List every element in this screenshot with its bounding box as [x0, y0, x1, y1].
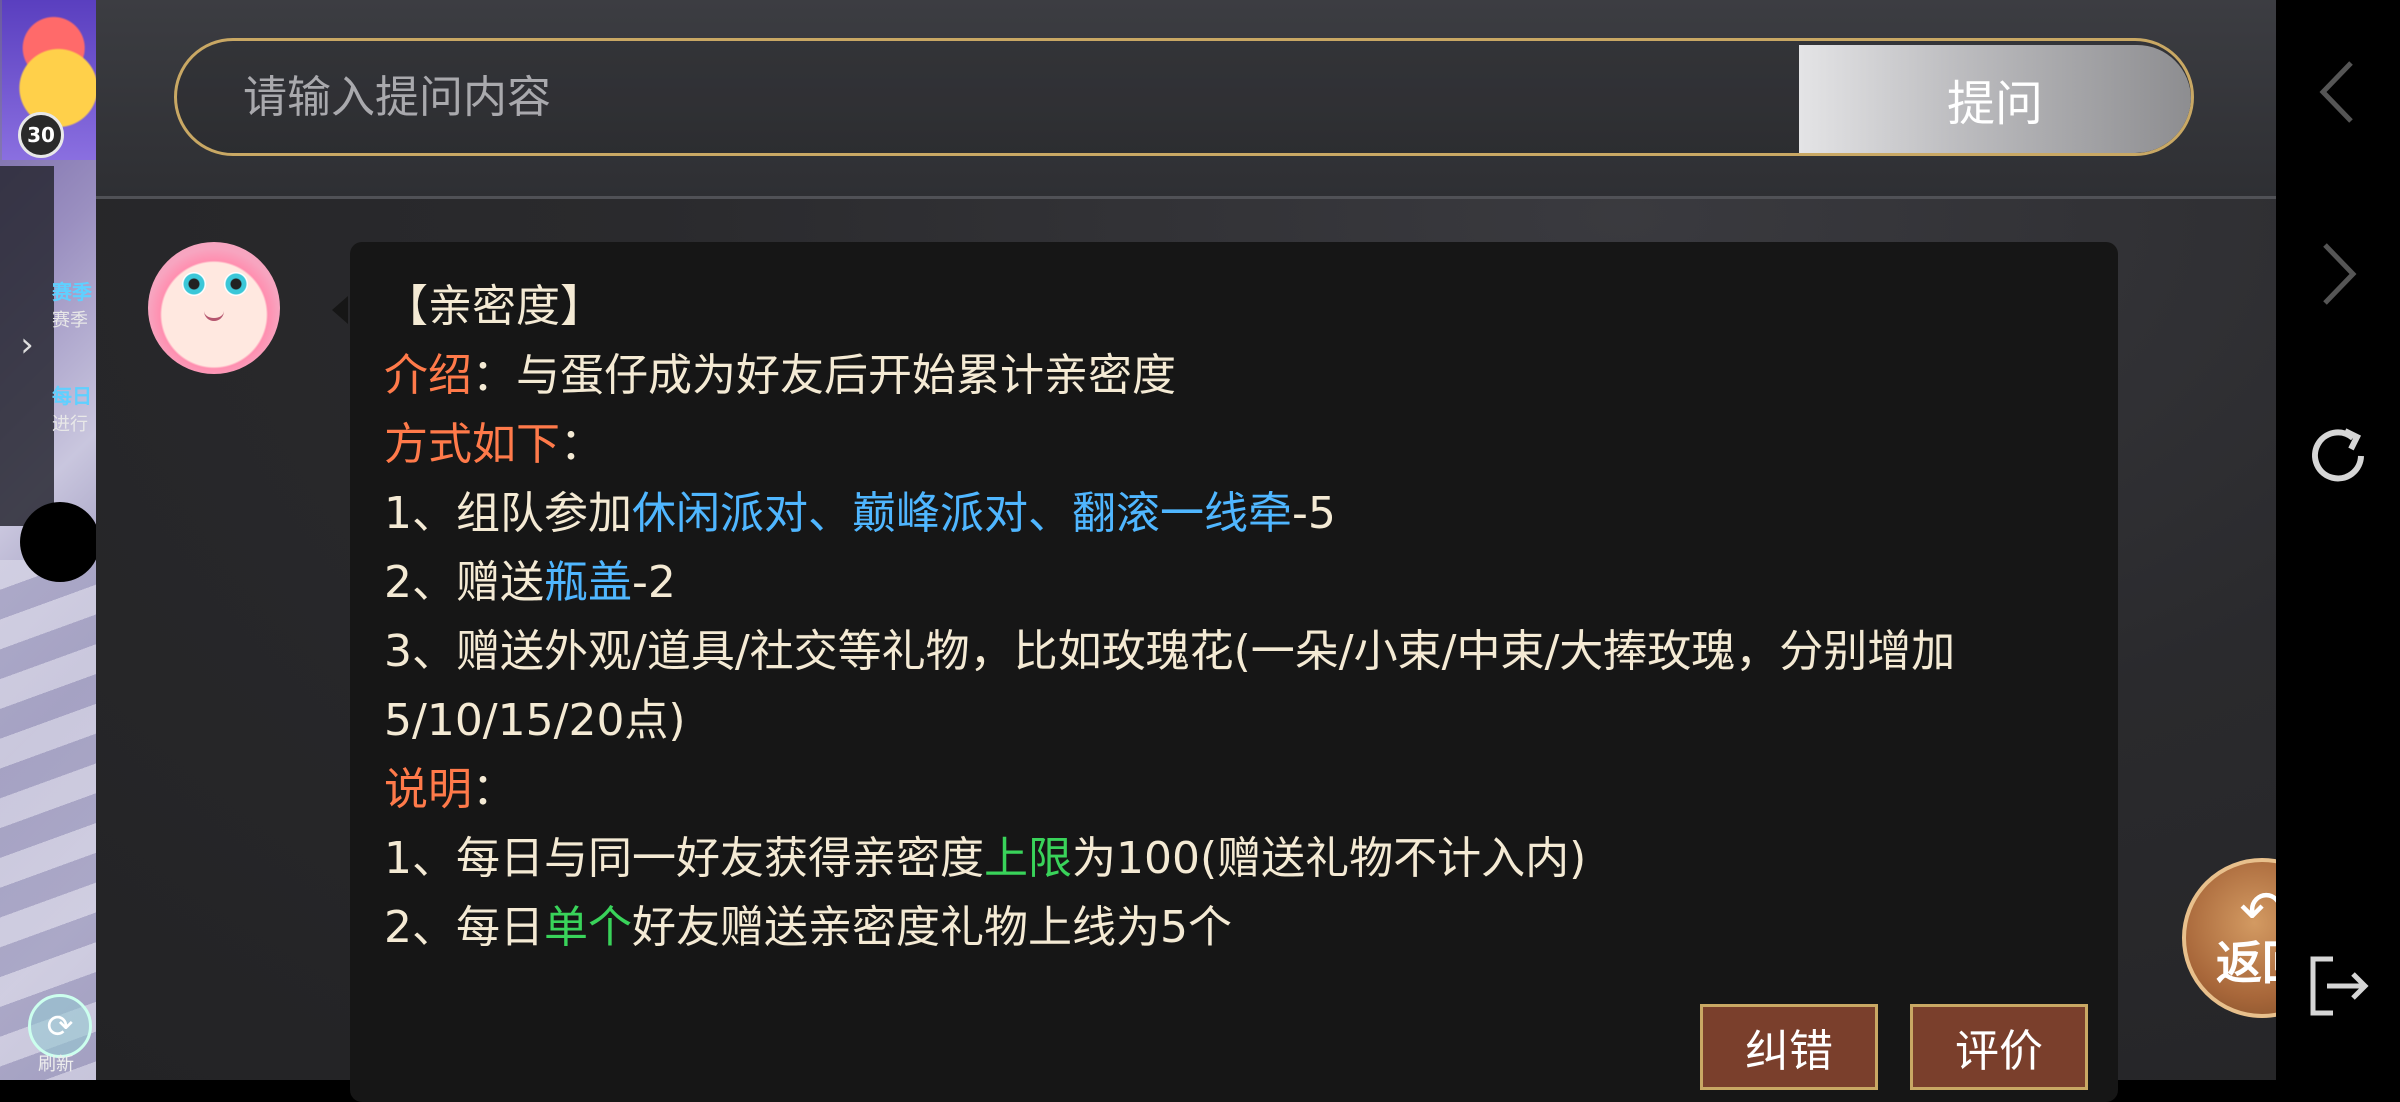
season-label: 赛季 [52, 280, 92, 304]
method-2-prefix: 2、赠送 [384, 557, 544, 608]
intro-line: 介绍：与蛋仔成为好友后开始累计亲密度 [384, 341, 2084, 410]
method-heading: 方式如下： [384, 410, 2084, 479]
assistant-avatar [148, 242, 280, 374]
search-bar-area: 提问 [96, 0, 2276, 199]
search-box: 提问 [174, 38, 2194, 156]
note-1-suffix: 为100(赠送礼物不计入内) [1072, 833, 1587, 884]
daily-sub-label: 进行 [52, 414, 88, 435]
refresh-icon [2312, 428, 2364, 482]
nav-back-button[interactable] [2298, 52, 2378, 132]
method-1-prefix: 1、组队参加 [384, 488, 632, 539]
note-1-prefix: 1、每日与同一好友获得亲密度 [384, 833, 984, 884]
answer-title: 【亲密度】 [384, 281, 604, 332]
note-heading: 说明： [384, 755, 2084, 824]
refresh-game-button[interactable]: ⟳ [28, 994, 92, 1058]
method-colon: ： [560, 419, 604, 470]
note-2-prefix: 2、每日 [384, 902, 544, 953]
avatar-mouth [204, 308, 224, 321]
nav-refresh-button[interactable] [2298, 416, 2378, 496]
note-colon: ： [472, 764, 516, 815]
daily-label: 每日 [52, 384, 92, 408]
method-item-1: 1、组队参加休闲派对、巅峰派对、翻滚一线牵-5 [384, 479, 2084, 548]
note-key: 说明 [384, 764, 472, 815]
nav-forward-button[interactable] [2298, 234, 2378, 314]
game-background-strip: 30 › 赛季 赛季 每日 进行 ⟳ 刷新 [0, 0, 96, 1080]
ask-button[interactable]: 提问 [1799, 45, 2191, 153]
note-item-2: 2、每日单个好友赠送亲密度礼物上线为5个 [384, 893, 2084, 962]
report-error-button[interactable]: 纠错 [1700, 1004, 1878, 1090]
avatar-eye-right [224, 272, 248, 296]
exit-icon [2310, 956, 2369, 1016]
nav-exit-button[interactable] [2298, 946, 2378, 1026]
chevron-left-icon [2319, 61, 2353, 123]
note-item-1: 1、每日与同一好友获得亲密度上限为100(赠送礼物不计入内) [384, 824, 2084, 893]
level-badge: 30 [18, 112, 64, 158]
qa-panel: 提问 【亲密度】 介绍：与蛋仔成为好友后开始累计亲密度 方式如下： 1、组队参加… [96, 0, 2342, 1102]
avatar-eye-left [182, 272, 206, 296]
method-2-highlight: 瓶盖 [544, 557, 632, 608]
note-2-suffix: 好友赠送亲密度礼物上线为5个 [632, 902, 1232, 953]
method-key: 方式如下 [384, 419, 560, 470]
method-item-2: 2、赠送瓶盖-2 [384, 548, 2084, 617]
rate-button[interactable]: 评价 [1910, 1004, 2088, 1090]
refresh-label: 刷新 [38, 1054, 74, 1075]
note-1-highlight: 上限 [984, 833, 1072, 884]
method-1-highlight: 休闲派对、巅峰派对、翻滚一线牵 [632, 488, 1292, 539]
refresh-icon: ⟳ [46, 1007, 74, 1045]
method-1-suffix: -5 [1292, 488, 1336, 539]
expand-panel-chevron-icon[interactable]: › [0, 290, 54, 400]
method-2-suffix: -2 [632, 557, 676, 608]
bubble-tail [332, 296, 348, 324]
answer-card: 【亲密度】 介绍：与蛋仔成为好友后开始累计亲密度 方式如下： 1、组队参加休闲派… [350, 242, 2118, 1102]
floating-dot[interactable] [20, 502, 96, 582]
chevron-right-icon [2323, 243, 2357, 305]
method-item-3: 3、赠送外观/道具/社交等礼物，比如玫瑰花(一朵/小束/中束/大捧玫瑰，分别增加… [384, 626, 1956, 746]
season-sub-label: 赛季 [52, 310, 88, 331]
browser-nav-bar [2276, 0, 2400, 1080]
intro-text: ：与蛋仔成为好友后开始累计亲密度 [472, 350, 1176, 401]
intro-key: 介绍 [384, 350, 472, 401]
question-input[interactable] [177, 41, 1777, 153]
note-2-highlight: 单个 [544, 902, 632, 953]
